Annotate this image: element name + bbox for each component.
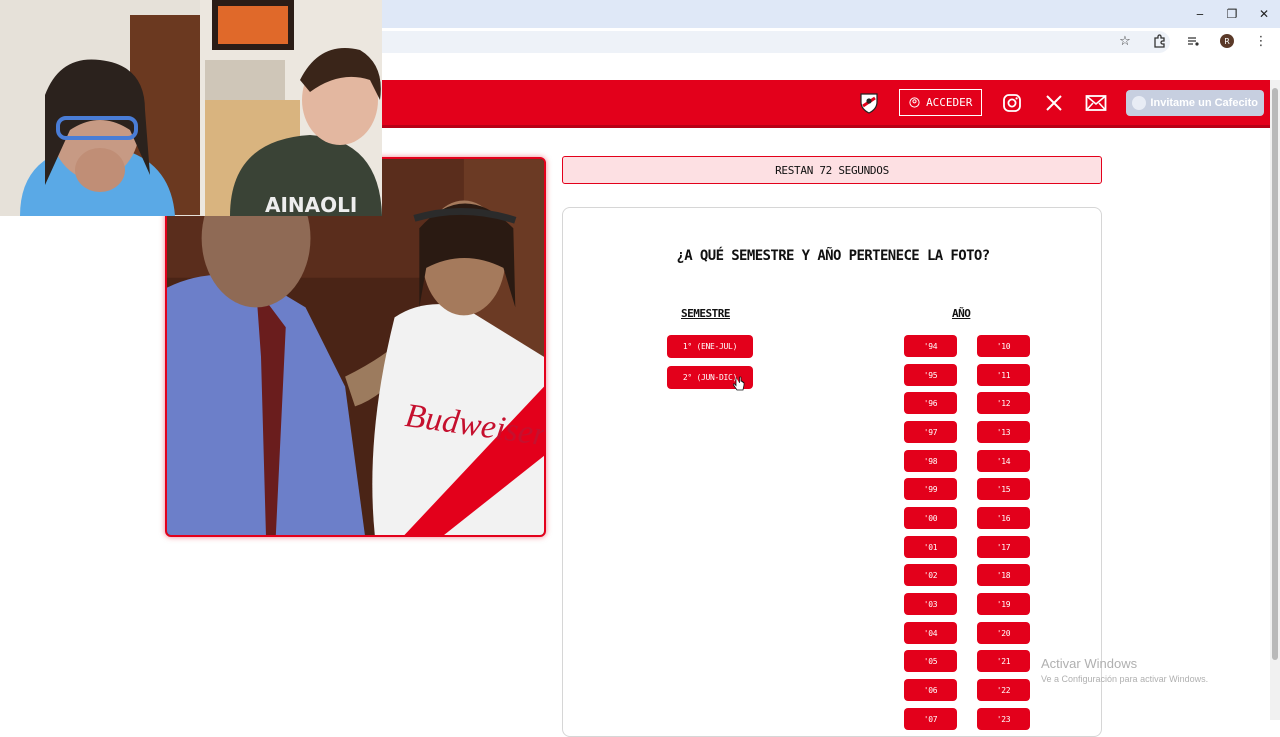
semester-button-1[interactable]: 1° (ENE-JUL) — [667, 335, 753, 358]
countdown-timer: RESTAN 72 SEGUNDOS — [562, 156, 1102, 184]
year-button[interactable]: '14 — [977, 450, 1030, 472]
year-button[interactable]: '16 — [977, 507, 1030, 529]
year-button[interactable]: '95 — [904, 364, 957, 386]
year-button[interactable]: '18 — [977, 564, 1030, 586]
window-controls: ‒ ❐ ✕ — [1184, 0, 1280, 28]
profile-initial: R — [1220, 34, 1234, 48]
profile-avatar[interactable]: R — [1216, 30, 1238, 52]
coffee-label: Invitame un Cafecito — [1150, 96, 1258, 109]
year-button[interactable]: '07 — [904, 708, 957, 730]
scrollbar-thumb[interactable] — [1272, 88, 1278, 660]
restore-button[interactable]: ❐ — [1216, 0, 1248, 28]
year-button[interactable]: '02 — [904, 564, 957, 586]
bookmark-star-icon[interactable]: ☆ — [1114, 30, 1136, 52]
instagram-icon[interactable] — [1000, 91, 1024, 115]
year-button[interactable]: '19 — [977, 593, 1030, 615]
year-button[interactable]: '17 — [977, 536, 1030, 558]
webcam-feed: AINAOLI — [0, 0, 382, 216]
page-scrollbar[interactable] — [1270, 80, 1280, 720]
year-button[interactable]: '20 — [977, 622, 1030, 644]
media-control-icon[interactable] — [1182, 30, 1204, 52]
year-button[interactable]: '12 — [977, 392, 1030, 414]
year-button[interactable]: '13 — [977, 421, 1030, 443]
year-button[interactable]: '96 — [904, 392, 957, 414]
year-button[interactable]: '00 — [904, 507, 957, 529]
watermark-subtitle: Ve a Configuración para activar Windows. — [1041, 674, 1209, 684]
browser-menu-icon[interactable]: ⋮ — [1250, 30, 1272, 52]
hand-cursor-icon — [733, 376, 745, 391]
year-button[interactable]: '10 — [977, 335, 1030, 357]
semester-heading: SEMESTRE — [681, 307, 730, 320]
svg-text:AINAOLI: AINAOLI — [265, 193, 357, 216]
header-actions: ACCEDER Invitame un Cafecito — [857, 89, 1264, 116]
year-heading: AÑO — [952, 307, 971, 320]
login-label: ACCEDER — [926, 96, 973, 109]
user-icon — [909, 97, 920, 108]
minimize-button[interactable]: ‒ — [1184, 0, 1216, 28]
year-button[interactable]: '06 — [904, 679, 957, 701]
year-button[interactable]: '01 — [904, 536, 957, 558]
x-icon[interactable] — [1042, 91, 1066, 115]
year-button[interactable]: '23 — [977, 708, 1030, 730]
question-title: ¿A QUÉ SEMESTRE Y AÑO PERTENECE LA FOTO? — [676, 248, 990, 264]
year-button[interactable]: '11 — [977, 364, 1030, 386]
year-button[interactable]: '97 — [904, 421, 957, 443]
login-button[interactable]: ACCEDER — [899, 89, 983, 116]
year-button[interactable]: '15 — [977, 478, 1030, 500]
year-button[interactable]: '99 — [904, 478, 957, 500]
coffee-button[interactable]: Invitame un Cafecito — [1126, 89, 1264, 116]
close-button[interactable]: ✕ — [1248, 0, 1280, 28]
extensions-icon[interactable] — [1148, 30, 1170, 52]
windows-activation-watermark: Activar Windows Ve a Configuración para … — [1041, 656, 1208, 684]
year-button[interactable]: '21 — [977, 650, 1030, 672]
coffee-icon — [1132, 95, 1147, 110]
year-button[interactable]: '22 — [977, 679, 1030, 701]
year-button[interactable]: '94 — [904, 335, 957, 357]
year-button[interactable]: '98 — [904, 450, 957, 472]
mail-icon[interactable] — [1084, 91, 1108, 115]
year-button[interactable]: '04 — [904, 622, 957, 644]
year-button[interactable]: '03 — [904, 593, 957, 615]
browser-toolbar-icons: ☆ R ⋮ — [1114, 30, 1272, 52]
crest-icon[interactable] — [857, 90, 881, 116]
watermark-title: Activar Windows — [1041, 656, 1138, 671]
webcam-overlay: AINAOLI — [0, 0, 382, 216]
quiz-card: ¿A QUÉ SEMESTRE Y AÑO PERTENECE LA FOTO?… — [562, 207, 1102, 737]
year-button[interactable]: '05 — [904, 650, 957, 672]
